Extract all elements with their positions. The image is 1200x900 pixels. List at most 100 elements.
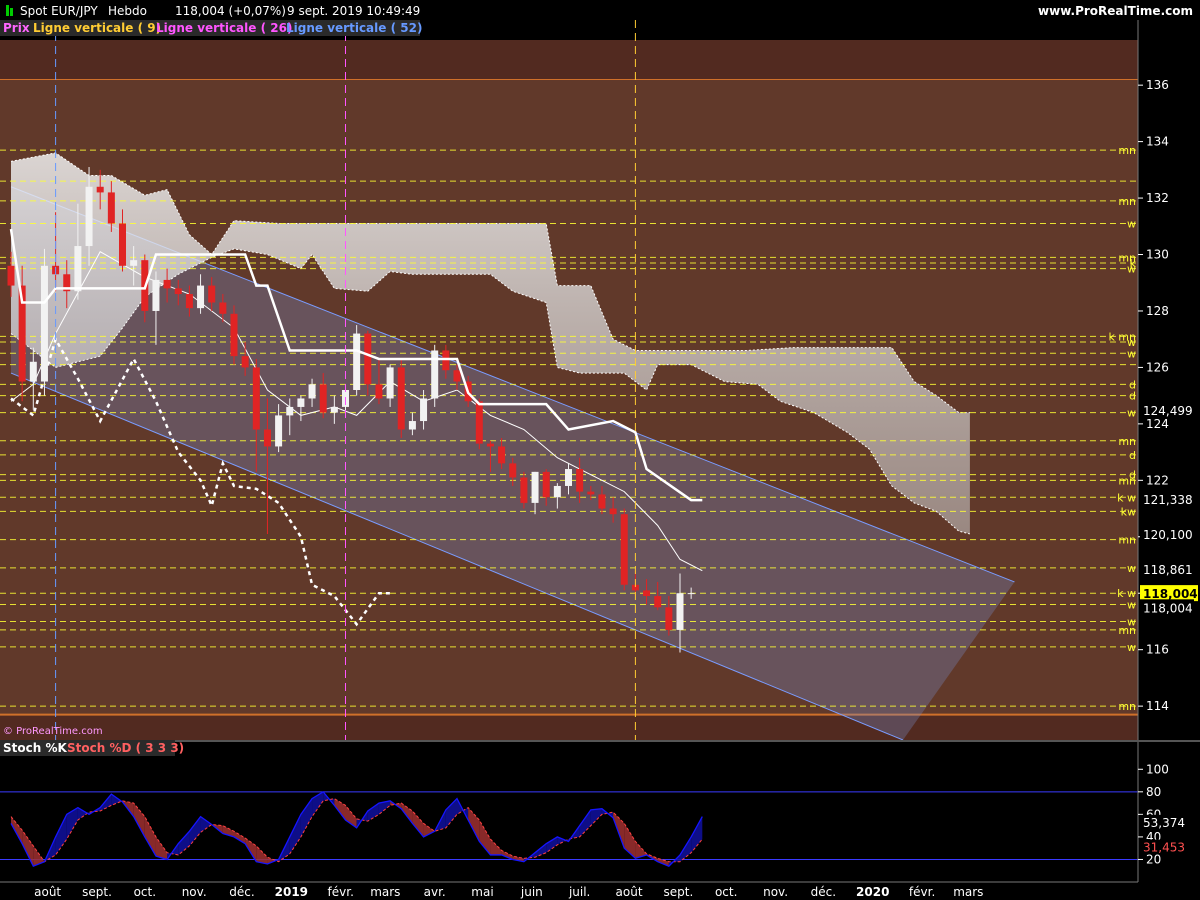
candle-body <box>152 279 160 311</box>
time-tick-label: nov. <box>182 885 207 899</box>
price-tick-label: 136 <box>1146 78 1169 92</box>
time-tick-label: févr. <box>909 885 935 899</box>
candle-body <box>553 485 561 498</box>
candle-body <box>375 384 383 399</box>
candle-body <box>576 469 584 492</box>
candle-body <box>74 246 82 292</box>
candle-body <box>353 333 361 390</box>
candle-body <box>29 361 37 382</box>
stoch-tick-label: 80 <box>1146 785 1161 799</box>
time-axis-bg <box>0 882 1200 900</box>
chart-canvas[interactable]: mnmnwmnkwk mnwwddwmnddmnk wkwmnwk wwwmnw… <box>0 0 1200 900</box>
stoch-d-label[interactable]: Stoch %D ( 3 3 3) <box>67 741 184 755</box>
price-tick-label: 132 <box>1146 191 1169 205</box>
price-label: 118,861 <box>1143 563 1193 577</box>
candle-body <box>208 285 216 303</box>
candle-body <box>531 471 539 503</box>
price-change: 118,004 (+0,07%) <box>175 4 286 18</box>
candle-body <box>442 350 450 371</box>
candle-body <box>330 406 338 413</box>
legend-item: Ligne verticale ( 52) <box>286 21 422 35</box>
time-tick-label: avr. <box>424 885 446 899</box>
candle-body <box>397 367 405 430</box>
candle-body <box>620 514 628 585</box>
price-tick-label: 114 <box>1146 699 1169 713</box>
level-tag: w <box>1127 263 1136 276</box>
candle-body <box>509 463 517 478</box>
candle-body <box>654 596 662 608</box>
candle-body <box>364 333 372 385</box>
candle-body <box>665 607 673 630</box>
candle-body <box>297 398 305 407</box>
status-indicator-icon <box>6 5 9 16</box>
candle-body <box>486 443 494 447</box>
current-price-label: 118,004 <box>1143 587 1198 601</box>
stoch-k-label[interactable]: Stoch %K <box>3 741 67 755</box>
time-tick-label: mars <box>953 885 983 899</box>
stoch-background <box>0 742 1138 882</box>
price-label: 124,499 <box>1143 404 1193 418</box>
candle-body <box>420 398 428 422</box>
candle-body <box>319 384 327 413</box>
time-tick-label: sept. <box>664 885 694 899</box>
time-tick-label: juil. <box>568 885 590 899</box>
stoch-value-label: 53,374 <box>1143 816 1185 830</box>
candle-body <box>431 350 439 399</box>
site-url[interactable]: www.ProRealTime.com <box>1038 4 1193 18</box>
candle-body <box>252 367 260 430</box>
price-panel[interactable]: mnmnwmnkwk mnwwddwmnddmnk wkwmnwk wwwmnw… <box>0 20 1138 740</box>
level-tag: w <box>1127 217 1136 230</box>
level-tag: mn <box>1118 144 1136 157</box>
candle-body <box>263 429 271 447</box>
level-tag: mn <box>1118 435 1136 448</box>
candle-body <box>96 186 104 193</box>
candle-body <box>275 415 283 447</box>
legend-item: Ligne verticale ( 26) <box>156 21 292 35</box>
instrument-name: Spot EUR/JPY <box>20 4 98 18</box>
candle-body <box>386 367 394 399</box>
candle-body <box>119 223 126 266</box>
stoch-tick-label: 20 <box>1146 852 1161 866</box>
candle-body <box>286 406 294 416</box>
candle-body <box>107 192 115 224</box>
stoch-value-label: 31,453 <box>1143 841 1185 855</box>
level-tag: k w <box>1117 491 1136 504</box>
candle-body <box>408 421 416 430</box>
candle-body <box>475 401 483 444</box>
time-tick-label: août <box>616 885 643 899</box>
price-label: 120,100 <box>1143 528 1193 542</box>
time-tick-label: févr. <box>328 885 354 899</box>
time-tick-label: oct. <box>715 885 737 899</box>
candle-body <box>676 593 684 630</box>
time-tick-label: 2020 <box>856 885 889 899</box>
watermark: © ProRealTime.com <box>3 726 103 737</box>
level-tag: w <box>1127 599 1136 612</box>
stochastic-panel[interactable] <box>0 742 1138 882</box>
price-tick-label: 128 <box>1146 304 1169 318</box>
candle-body <box>609 508 617 515</box>
level-tag: mn <box>1118 195 1136 208</box>
time-tick-label: oct. <box>134 885 156 899</box>
legend-item: Prix <box>3 21 30 35</box>
time-tick-label: déc. <box>811 885 836 899</box>
price-tick-label: 134 <box>1146 135 1169 149</box>
candle-body <box>598 494 606 509</box>
candle-body <box>163 279 171 289</box>
price-tick-label: 126 <box>1146 360 1169 374</box>
candle-body <box>308 384 316 399</box>
candle-body <box>174 288 182 295</box>
candle-body <box>230 313 238 357</box>
candle-body <box>219 302 227 314</box>
time-tick-label: déc. <box>229 885 254 899</box>
price-plot-area <box>0 79 1138 740</box>
price-tick-label: 122 <box>1146 473 1169 487</box>
period-label[interactable]: Hebdo <box>108 4 147 18</box>
level-tag: d <box>1129 390 1136 403</box>
candle-body <box>197 285 205 309</box>
legend-item: Ligne verticale ( 9) <box>33 21 161 35</box>
stoch-tick-label: 100 <box>1146 762 1169 776</box>
candle-body <box>520 477 528 503</box>
candle-body <box>565 469 572 486</box>
candle-body <box>453 370 461 382</box>
legend: Prix Ligne verticale ( 9)Ligne verticale … <box>0 20 422 36</box>
